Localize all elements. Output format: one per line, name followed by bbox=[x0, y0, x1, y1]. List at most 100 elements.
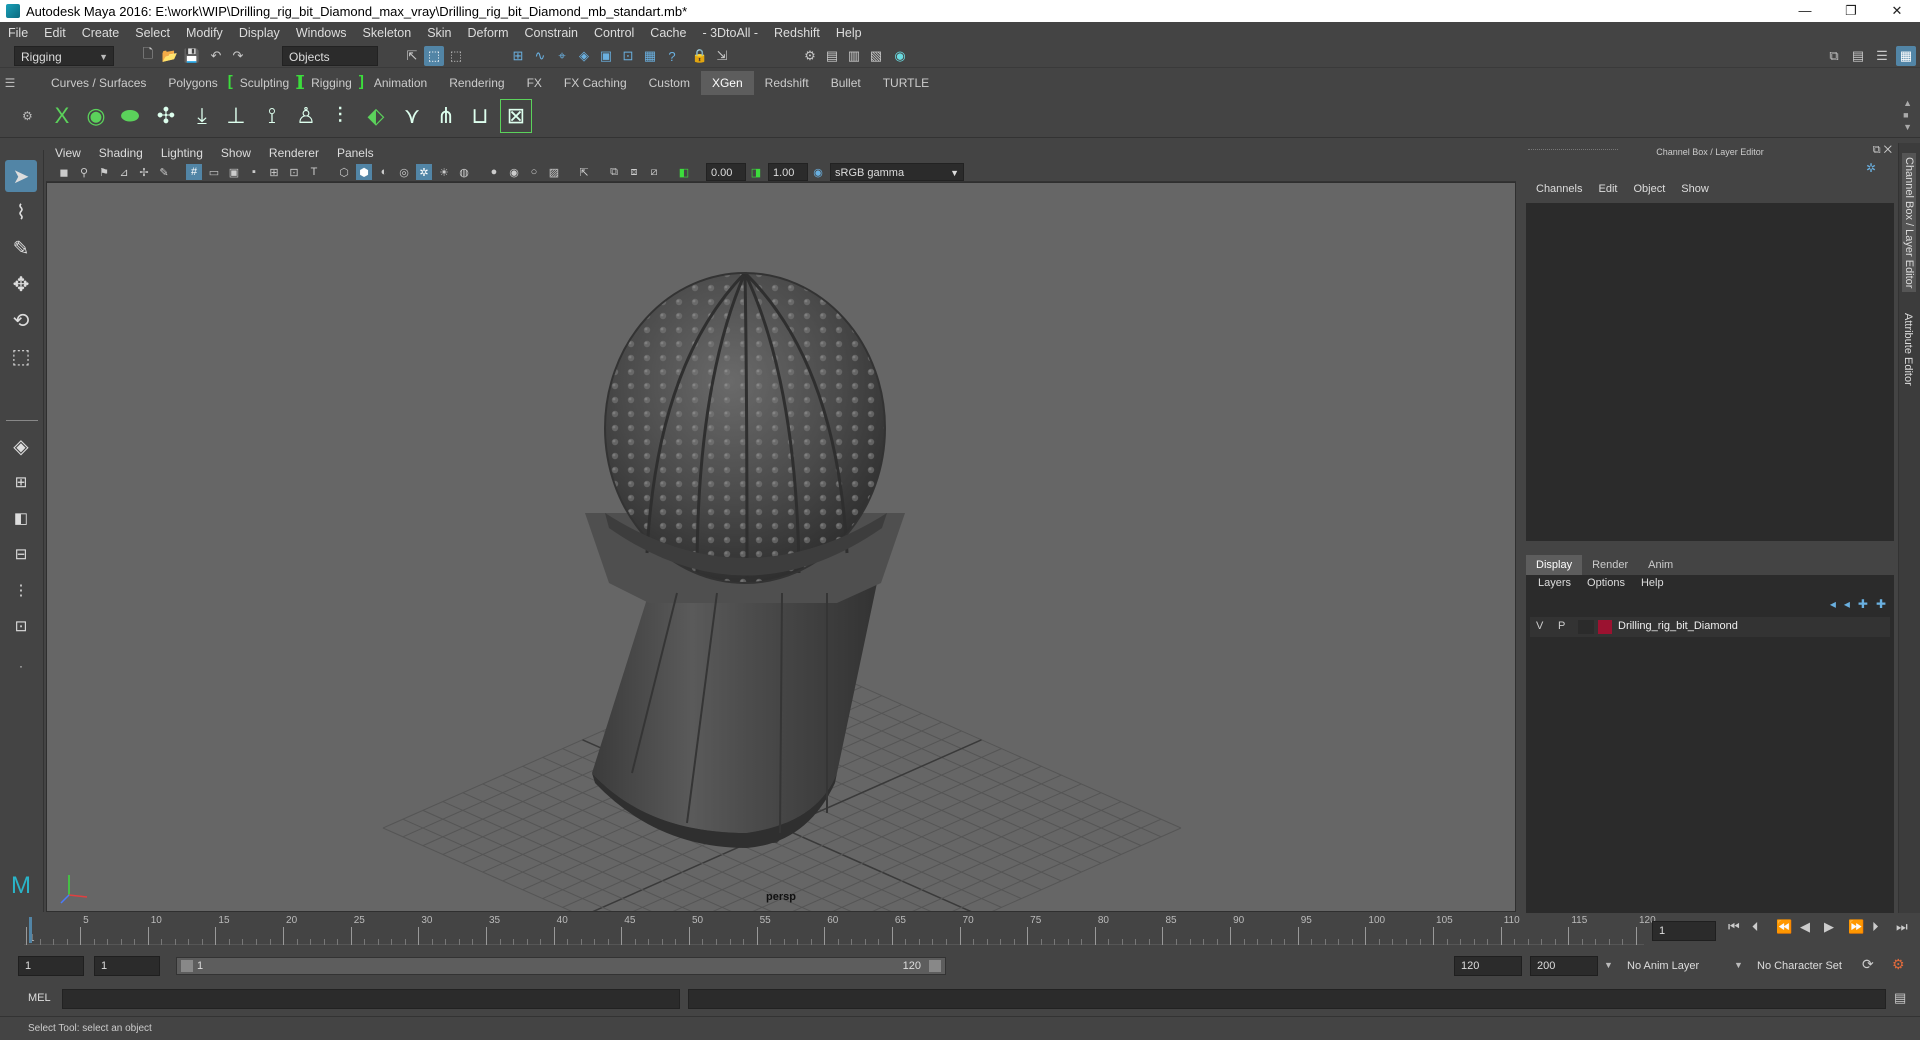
auto-key-icon[interactable]: ⟳ bbox=[1862, 956, 1874, 973]
layer-menu-help[interactable]: Help bbox=[1633, 577, 1672, 589]
new-scene-icon[interactable]: 🗋 bbox=[138, 46, 158, 66]
channel-box-menu-show[interactable]: Show bbox=[1673, 183, 1717, 195]
shelf-tab-xgen[interactable]: XGen bbox=[700, 71, 754, 95]
move-layer-down-icon[interactable]: ◂ bbox=[1844, 597, 1850, 611]
screen-space-ao-icon[interactable]: ◍ bbox=[456, 164, 472, 180]
shelf-tab-animation[interactable]: Animation bbox=[363, 71, 438, 95]
menu-3dtoall[interactable]: - 3DtoAll - bbox=[694, 26, 766, 40]
ipr-render-icon[interactable]: ▧ bbox=[866, 46, 886, 66]
layer-playback-toggle[interactable]: P bbox=[1558, 620, 1565, 632]
viewport-menu-show[interactable]: Show bbox=[212, 146, 260, 160]
shelf-tab-turtle[interactable]: TURTLE bbox=[872, 71, 940, 95]
shelf-menu-icon[interactable]: ☰ bbox=[0, 76, 20, 90]
layer-menu-options[interactable]: Options bbox=[1579, 577, 1633, 589]
safe-action-icon[interactable]: ⊡ bbox=[286, 164, 302, 180]
move-layer-up-icon[interactable]: ◂ bbox=[1830, 597, 1836, 611]
step-forward-frame-icon[interactable]: ⏵ bbox=[1872, 919, 1879, 935]
wireframe-on-shaded-icon[interactable]: ◐ bbox=[376, 164, 392, 180]
layer-tab-display[interactable]: Display bbox=[1526, 555, 1583, 575]
backface-culling-icon[interactable]: ⧄ bbox=[646, 164, 662, 180]
viewport-menu-shading[interactable]: Shading bbox=[90, 146, 152, 160]
toolbox-expand-icon[interactable]: · bbox=[5, 650, 37, 682]
menu-create[interactable]: Create bbox=[74, 26, 128, 40]
hypershade-icon[interactable]: ◉ bbox=[890, 46, 910, 66]
select-by-object-icon[interactable]: ⬚ bbox=[424, 46, 444, 66]
snap-grid-icon[interactable]: ⊞ bbox=[508, 46, 528, 66]
command-input[interactable] bbox=[62, 989, 680, 1009]
xray-joints-icon[interactable]: ⧉ bbox=[606, 164, 622, 180]
layer-tab-anim[interactable]: Anim bbox=[1638, 555, 1683, 575]
xgen-comb-icon[interactable]: ⋔ bbox=[430, 99, 462, 133]
play-backwards-icon[interactable]: ◀ bbox=[1800, 919, 1810, 935]
xgen-create-description-icon[interactable]: ⬬ bbox=[114, 99, 146, 133]
lock-icon[interactable]: 🔒 bbox=[690, 46, 710, 66]
xgen-preview-icon[interactable]: ◉ bbox=[80, 99, 112, 133]
menu-help[interactable]: Help bbox=[828, 26, 870, 40]
menu-deform[interactable]: Deform bbox=[460, 26, 517, 40]
shadows-icon[interactable]: ☀ bbox=[436, 164, 452, 180]
shelf-tab-fx[interactable]: FX bbox=[516, 71, 553, 95]
shelf-tab-bullet[interactable]: Bullet bbox=[820, 71, 872, 95]
snap-curve-icon[interactable]: ∿ bbox=[530, 46, 550, 66]
menu-display[interactable]: Display bbox=[231, 26, 288, 40]
play-forwards-icon[interactable]: ▶ bbox=[1824, 919, 1834, 935]
viewport-menu-renderer[interactable]: Renderer bbox=[260, 146, 328, 160]
current-time-indicator[interactable] bbox=[29, 917, 32, 943]
new-layer-from-selection-icon[interactable]: ✚ bbox=[1876, 597, 1886, 611]
resolution-gate-icon[interactable]: ▣ bbox=[226, 164, 242, 180]
undo-icon[interactable]: ↶ bbox=[206, 46, 226, 66]
snap-live-icon[interactable]: ▣ bbox=[596, 46, 616, 66]
layer-visibility-toggle[interactable]: V bbox=[1536, 620, 1543, 632]
render-settings-icon[interactable]: ⚙ bbox=[800, 46, 820, 66]
film-gate-icon[interactable]: ▭ bbox=[206, 164, 222, 180]
xgen-guide-add-icon[interactable]: ✣ bbox=[150, 99, 182, 133]
save-scene-icon[interactable]: 💾 bbox=[182, 46, 202, 66]
input-output-icon[interactable]: ⇲ bbox=[712, 46, 732, 66]
grease-pencil-icon[interactable]: ✎ bbox=[156, 164, 172, 180]
lasso-tool-icon[interactable]: ⌇ bbox=[5, 196, 37, 228]
tool-settings-toggle-icon[interactable]: ☰ bbox=[1872, 46, 1892, 66]
new-layer-icon[interactable]: ✚ bbox=[1858, 597, 1868, 611]
snap-projected-icon[interactable]: ⊡ bbox=[618, 46, 638, 66]
snap-point-icon[interactable]: ⌖ bbox=[552, 46, 572, 66]
layer-tab-render[interactable]: Render bbox=[1582, 555, 1638, 575]
xgen-cut-icon[interactable]: ⊔ bbox=[464, 99, 496, 133]
layer-reference-toggle[interactable] bbox=[1578, 620, 1594, 634]
shelf-tab-sculpting[interactable]: Sculpting bbox=[228, 70, 302, 95]
persp-graph-layout-icon[interactable]: ⊟ bbox=[5, 538, 37, 570]
shelf-tab-rigging[interactable]: Rigging bbox=[299, 70, 363, 95]
xgen-guide-lock-icon[interactable]: ⟟ bbox=[256, 99, 288, 133]
select-by-hierarchy-icon[interactable]: ⇱ bbox=[402, 46, 422, 66]
shelf-tab-polygons[interactable]: Polygons bbox=[157, 71, 228, 95]
open-scene-icon[interactable]: 📂 bbox=[160, 46, 180, 66]
playback-start-field[interactable]: 1 bbox=[94, 956, 160, 976]
menu-edit[interactable]: Edit bbox=[36, 26, 74, 40]
2d-pan-zoom-icon[interactable]: ✢ bbox=[136, 164, 152, 180]
scale-tool-icon[interactable]: ⬚ bbox=[5, 340, 37, 372]
anim-layer-dropdown[interactable]: No Anim Layer bbox=[1620, 956, 1742, 976]
shelf-tab-custom[interactable]: Custom bbox=[638, 71, 701, 95]
perspective-viewport[interactable]: persp bbox=[46, 182, 1516, 912]
layer-menu-layers[interactable]: Layers bbox=[1530, 577, 1579, 589]
exposure-icon[interactable]: ◧ bbox=[676, 164, 692, 180]
use-all-lights-icon[interactable]: ✲ bbox=[416, 164, 432, 180]
shelf-tab-redshift[interactable]: Redshift bbox=[754, 71, 820, 95]
gamma-field[interactable]: 1.00 bbox=[768, 163, 808, 181]
persp-outliner-layout-icon[interactable]: ◧ bbox=[5, 502, 37, 534]
grid-icon[interactable]: # bbox=[186, 164, 202, 180]
anim-layer-dropdown-arrow[interactable]: ▼ bbox=[1604, 960, 1613, 970]
script-language-label[interactable]: MEL bbox=[28, 992, 51, 1004]
menu-file[interactable]: File bbox=[0, 26, 36, 40]
image-plane-icon[interactable]: ⊿ bbox=[116, 164, 132, 180]
xgen-sculpt-icon[interactable]: ⫶ bbox=[324, 99, 356, 133]
go-to-start-icon[interactable]: ⏮ bbox=[1728, 919, 1740, 935]
persp-uv-layout-icon[interactable]: ⊡ bbox=[5, 610, 37, 642]
shelf-options-gear-icon[interactable]: ⚙ bbox=[22, 109, 33, 123]
field-chart-icon[interactable]: ⊞ bbox=[266, 164, 282, 180]
xgen-layer-icon[interactable]: ⬖ bbox=[360, 99, 392, 133]
panel-grip[interactable] bbox=[1528, 149, 1618, 153]
menu-select[interactable]: Select bbox=[127, 26, 178, 40]
xgen-editor-icon[interactable]: X bbox=[46, 99, 78, 133]
character-set-dropdown[interactable]: No Character Set bbox=[1750, 956, 1872, 976]
xray-icon[interactable]: ⇱ bbox=[576, 164, 592, 180]
